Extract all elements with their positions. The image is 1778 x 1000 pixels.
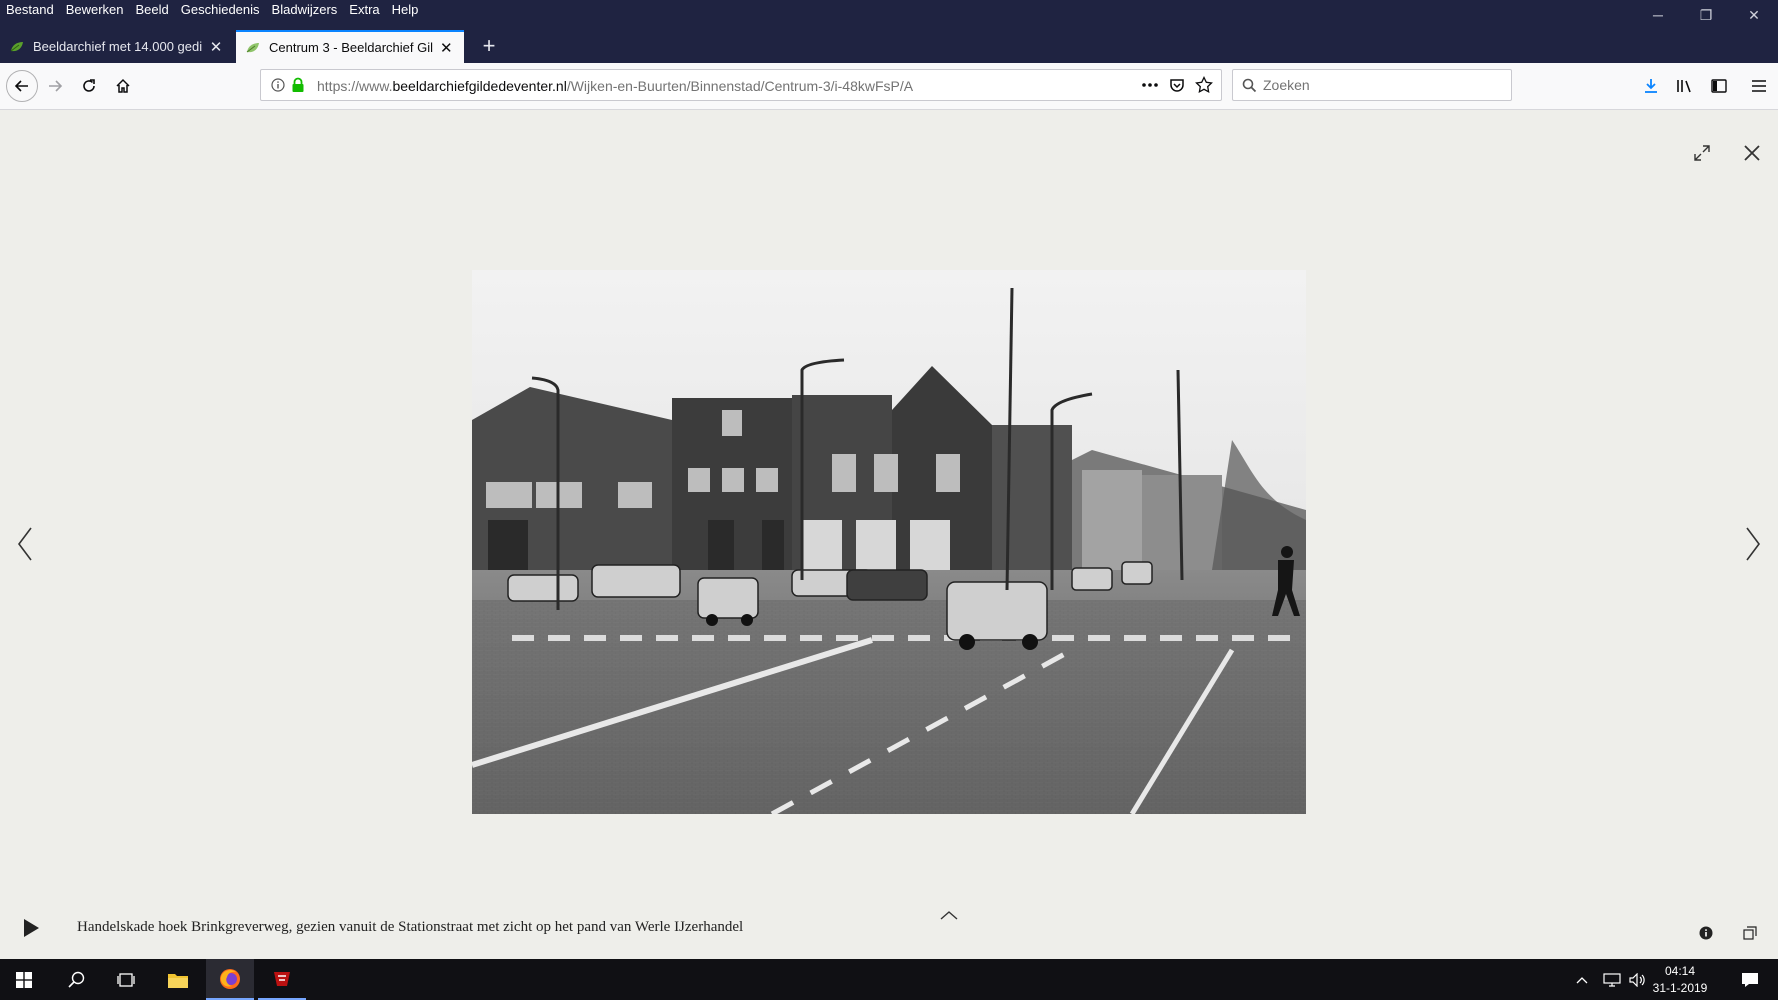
- menu-beeld[interactable]: Beeld: [136, 2, 169, 17]
- menu-bladwijzers[interactable]: Bladwijzers: [272, 2, 338, 17]
- next-photo-button[interactable]: [1738, 519, 1768, 569]
- download-icon: [1645, 79, 1657, 93]
- close-icon: [1744, 145, 1760, 161]
- downloads-button[interactable]: [1636, 71, 1666, 101]
- photo-info-button[interactable]: [1694, 921, 1718, 945]
- url-bar[interactable]: https://www.beeldarchiefgildedeventer.nl…: [260, 69, 1222, 101]
- more-actions-icon[interactable]: [1141, 79, 1159, 91]
- url-text[interactable]: https://www.beeldarchiefgildedeventer.nl…: [317, 78, 913, 94]
- reload-button[interactable]: [74, 71, 104, 101]
- taskbar-search-button[interactable]: [52, 959, 100, 1000]
- close-lightbox-button[interactable]: [1736, 137, 1768, 169]
- url-path: /Wijken-en-Buurten/Binnenstad/Centrum-3/…: [566, 78, 914, 94]
- app-taskbar-button[interactable]: [258, 959, 306, 1000]
- lightbox: Handelskade hoek Brinkgreverweg, gezien …: [0, 111, 1778, 959]
- title-bar: Bestand Bewerken Beeld Geschiedenis Blad…: [0, 0, 1778, 23]
- tab-centrum-3[interactable]: Centrum 3 - Beeldarchief Gilde Deventer …: [236, 30, 464, 63]
- previous-photo-button[interactable]: [10, 519, 40, 569]
- navigation-toolbar: https://www.beeldarchiefgildedeventer.nl…: [0, 63, 1778, 110]
- system-clock[interactable]: 04:14 31-1-2019: [1640, 963, 1720, 997]
- search-bar[interactable]: [1232, 69, 1512, 101]
- menu-bar: Bestand Bewerken Beeld Geschiedenis Blad…: [6, 2, 418, 17]
- menu-geschiedenis[interactable]: Geschiedenis: [181, 2, 260, 17]
- info-circle-icon: [1699, 926, 1713, 940]
- search-icon: [1242, 78, 1257, 93]
- tab-close-button[interactable]: ✕: [208, 39, 224, 56]
- clock-date: 31-1-2019: [1652, 981, 1708, 995]
- url-prefix: https://www.: [317, 78, 393, 94]
- tab-close-button[interactable]: ✕: [439, 40, 454, 57]
- forward-button[interactable]: [40, 71, 70, 101]
- lock-icon[interactable]: [291, 77, 305, 93]
- bookmark-star-icon[interactable]: [1195, 76, 1213, 94]
- library-icon: [1677, 80, 1691, 93]
- back-button[interactable]: [6, 70, 38, 102]
- slideshow-play-button[interactable]: [16, 913, 46, 943]
- info-icon[interactable]: [271, 78, 285, 92]
- street-scene-image: [472, 270, 1306, 814]
- library-button[interactable]: [1670, 71, 1700, 101]
- photo-caption: Handelskade hoek Brinkgreverweg, gezien …: [77, 919, 744, 935]
- start-button[interactable]: [0, 959, 48, 1000]
- network-status[interactable]: [1600, 959, 1624, 1000]
- url-domain: beeldarchiefgildedeventer.nl: [392, 78, 567, 94]
- thumbnails-button[interactable]: [1738, 921, 1762, 945]
- menu-button[interactable]: [1744, 71, 1774, 101]
- notification-icon: [1742, 972, 1758, 987]
- search-input[interactable]: [1263, 76, 1503, 94]
- chevron-left-icon: [18, 527, 32, 561]
- home-button[interactable]: [108, 71, 138, 101]
- home-icon: [116, 78, 130, 93]
- action-center-button[interactable]: [1730, 959, 1770, 1000]
- tab-title: Centrum 3 - Beeldarchief Gilde Deventer: [269, 40, 433, 55]
- menu-extra[interactable]: Extra: [349, 2, 379, 17]
- sidebar-button[interactable]: [1704, 71, 1734, 101]
- play-icon: [24, 919, 39, 937]
- thumbnails-icon: [1743, 926, 1757, 940]
- menu-bestand[interactable]: Bestand: [6, 2, 54, 17]
- pocket-icon[interactable]: [1169, 77, 1185, 93]
- hamburger-menu-icon: [1752, 80, 1766, 92]
- show-details-button[interactable]: [936, 905, 962, 925]
- tab-beeldarchief[interactable]: Beeldarchief met 14.000 gedigitaliseerde…: [0, 30, 234, 63]
- new-tab-button[interactable]: +: [474, 31, 504, 61]
- archive-photo[interactable]: [472, 270, 1306, 814]
- file-explorer-icon: [168, 973, 188, 988]
- task-view-button[interactable]: [102, 959, 150, 1000]
- expand-icon: [1694, 145, 1710, 161]
- network-icon: [1603, 972, 1621, 987]
- clock-time: 04:14: [1664, 964, 1696, 978]
- fullscreen-button[interactable]: [1686, 137, 1718, 169]
- tab-title: Beeldarchief met 14.000 gedigitaliseerde…: [33, 39, 203, 54]
- menu-bewerken[interactable]: Bewerken: [66, 2, 124, 17]
- chevron-up-icon: [940, 911, 958, 920]
- menu-help[interactable]: Help: [392, 2, 419, 17]
- forward-icon: [49, 80, 63, 92]
- app-icon: [274, 971, 290, 986]
- file-explorer-button[interactable]: [154, 959, 202, 1000]
- taskbar: 04:14 31-1-2019: [0, 959, 1778, 1000]
- show-hidden-icons-button[interactable]: [1570, 959, 1594, 1000]
- back-icon: [14, 80, 28, 92]
- task-view-icon: [117, 972, 135, 987]
- chevron-right-icon: [1746, 527, 1760, 561]
- firefox-icon: [220, 968, 240, 989]
- leaf-favicon-icon: [246, 42, 259, 52]
- search-icon: [67, 971, 84, 988]
- firefox-taskbar-button[interactable]: [206, 959, 254, 1000]
- windows-start-icon: [16, 971, 32, 988]
- sidebar-icon: [1711, 79, 1727, 93]
- leaf-favicon-icon: [10, 41, 23, 51]
- tab-strip: Beeldarchief met 14.000 gedigitaliseerde…: [0, 23, 1778, 63]
- reload-icon: [83, 79, 95, 92]
- chevron-up-icon: [1576, 976, 1588, 983]
